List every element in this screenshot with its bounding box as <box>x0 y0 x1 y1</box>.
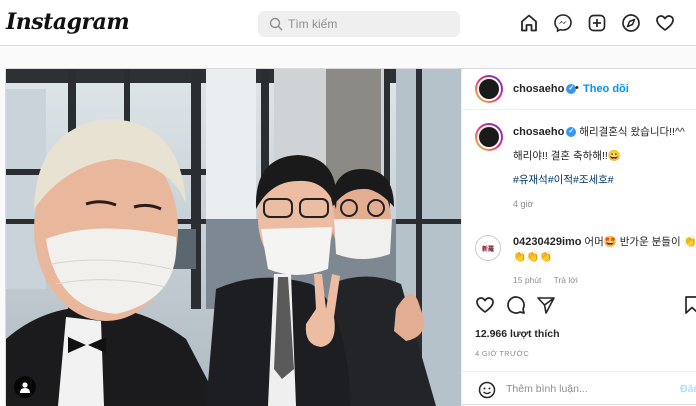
verified-icon: ✓ <box>566 127 577 138</box>
search-icon <box>269 17 283 31</box>
emoji-icon[interactable] <box>478 381 496 399</box>
instagram-logo[interactable]: Instagram <box>6 9 130 35</box>
comments-list[interactable]: chosaeho ✓ 해리결혼식 왔습니다!!^^ 해리야!! 결혼 축하해!!😀… <box>462 111 696 287</box>
follow-button[interactable]: Theo dõi <box>583 83 629 95</box>
caption: chosaeho ✓ 해리결혼식 왔습니다!!^^ 해리야!! 결혼 축하해!!😀… <box>513 125 693 221</box>
caption-hashtags[interactable]: #유재석#이적#조세호# <box>513 173 693 188</box>
post-comment-button[interactable]: Đăng <box>680 383 696 395</box>
post-timestamp: 4 GIỜ TRƯỚC <box>475 349 530 358</box>
user-tag-icon[interactable] <box>14 376 36 398</box>
add-comment-bar: Đăng <box>462 371 696 406</box>
author-username[interactable]: chosaeho ✓ <box>513 83 577 95</box>
author-avatar[interactable] <box>475 75 503 103</box>
post-sidebar: chosaeho ✓ • Theo dõi chosaeho ✓ 해리결혼식 왔습니… <box>461 69 696 406</box>
search-box[interactable] <box>258 11 460 37</box>
explore-icon[interactable] <box>620 12 642 34</box>
comment-time: 15 phút <box>513 275 542 285</box>
caption-time: 4 giờ <box>513 199 534 209</box>
comment-input[interactable] <box>506 380 666 398</box>
comment-item: 04230429imo 어머🤩 반가운 분들이 👏👏👏👏 <box>513 235 696 265</box>
action-bar <box>462 295 696 319</box>
like-count[interactable]: 12.966 lượt thích <box>475 328 560 340</box>
main-nav <box>518 12 676 34</box>
commenter-avatar[interactable]: 新羅 <box>475 235 501 261</box>
save-icon[interactable] <box>682 295 696 315</box>
photo-illustration <box>6 69 461 406</box>
top-navigation-bar: Instagram <box>0 0 696 46</box>
new-post-icon[interactable] <box>586 12 608 34</box>
heart-icon[interactable] <box>654 12 676 34</box>
caption-username[interactable]: chosaeho ✓ <box>513 126 577 138</box>
share-icon[interactable] <box>536 295 556 315</box>
like-icon[interactable] <box>475 295 495 315</box>
comment-meta: 15 phút Trả lời <box>513 275 588 285</box>
caption-line-2: 해리야!! 결혼 축하해!!😀 <box>513 150 621 162</box>
post-card: chosaeho ✓ • Theo dõi chosaeho ✓ 해리결혼식 왔습니… <box>5 68 696 406</box>
reply-button[interactable]: Trả lời <box>554 275 578 285</box>
separator-dot: • <box>575 82 579 94</box>
home-icon[interactable] <box>518 12 540 34</box>
post-photo[interactable] <box>6 69 461 406</box>
search-input[interactable] <box>288 15 448 33</box>
commenter-username[interactable]: 04230429imo <box>513 236 582 248</box>
comment-icon[interactable] <box>506 295 526 315</box>
caption-avatar[interactable] <box>475 123 503 151</box>
messenger-icon[interactable] <box>552 12 574 34</box>
caption-line-1: 해리결혼식 왔습니다!!^^ <box>579 126 685 138</box>
post-header: chosaeho ✓ • Theo dõi <box>462 69 696 110</box>
